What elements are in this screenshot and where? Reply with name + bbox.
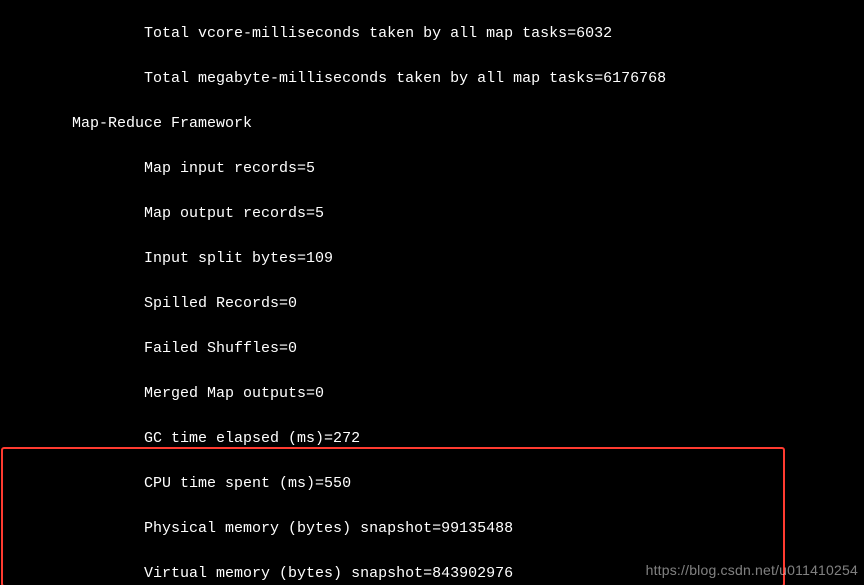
watermark-text: https://blog.csdn.net/u011410254 bbox=[646, 560, 858, 581]
counter-line: Map input records=5 bbox=[0, 158, 864, 181]
counter-line: Physical memory (bytes) snapshot=9913548… bbox=[0, 518, 864, 541]
counter-section-header: Map-Reduce Framework bbox=[0, 113, 864, 136]
counter-line: Failed Shuffles=0 bbox=[0, 338, 864, 361]
counter-line: Total megabyte-milliseconds taken by all… bbox=[0, 68, 864, 91]
counter-line: CPU time spent (ms)=550 bbox=[0, 473, 864, 496]
counter-line: GC time elapsed (ms)=272 bbox=[0, 428, 864, 451]
counter-line: Merged Map outputs=0 bbox=[0, 383, 864, 406]
counter-line: Total vcore-milliseconds taken by all ma… bbox=[0, 23, 864, 46]
terminal-output[interactable]: Total vcore-milliseconds taken by all ma… bbox=[0, 0, 864, 585]
counter-line: Map output records=5 bbox=[0, 203, 864, 226]
counter-line: Input split bytes=109 bbox=[0, 248, 864, 271]
counter-line: Spilled Records=0 bbox=[0, 293, 864, 316]
